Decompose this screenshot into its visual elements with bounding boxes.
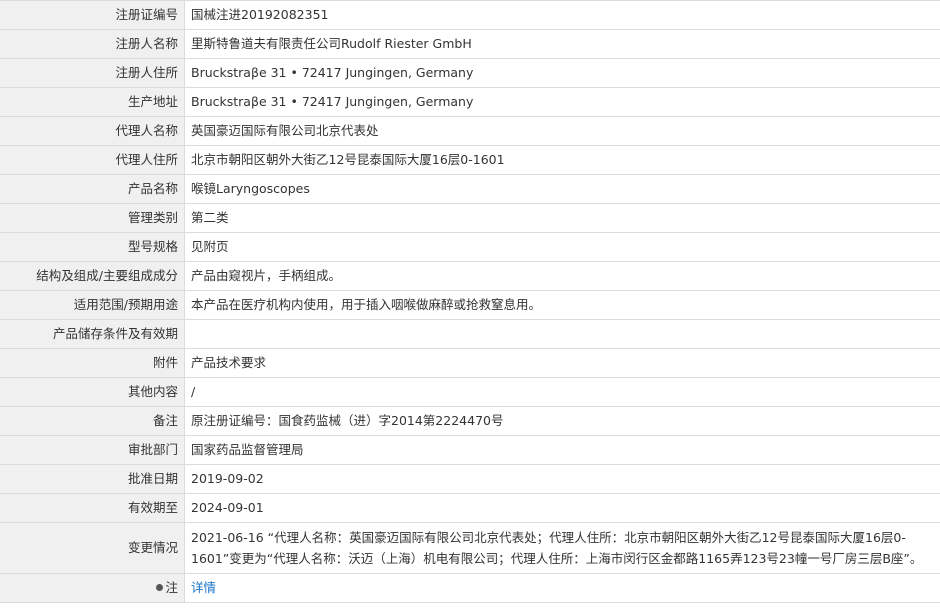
row-value: 产品由窥视片，手柄组成。 <box>184 261 940 291</box>
row-label: 型号规格 <box>0 232 185 262</box>
row-label: 注册证编号 <box>0 0 185 30</box>
row-value: 原注册证编号：国食药监械（进）字2014第2224470号 <box>184 406 940 436</box>
row-label: 产品名称 <box>0 174 185 204</box>
row-value: 2024-09-01 <box>184 493 940 523</box>
row-label: 产品储存条件及有效期 <box>0 319 185 349</box>
row-value: 国械注进20192082351 <box>184 0 940 30</box>
table-row: 变更情况 2021-06-16 “代理人名称：英国豪迈国际有限公司北京代表处；代… <box>0 522 940 574</box>
row-label: 代理人住所 <box>0 145 185 175</box>
table-row: 审批部门 国家药品监督管理局 <box>0 435 940 465</box>
row-label: 适用范围/预期用途 <box>0 290 185 320</box>
row-label: 生产地址 <box>0 87 185 117</box>
table-row: 代理人住所 北京市朝阳区朝外大街乙12号昆泰国际大厦16层0-1601 <box>0 145 940 175</box>
bullet-dot-icon <box>156 584 164 591</box>
row-value: 英国豪迈国际有限公司北京代表处 <box>184 116 940 146</box>
table-row: 代理人名称 英国豪迈国际有限公司北京代表处 <box>0 116 940 146</box>
row-label: 其他内容 <box>0 377 185 407</box>
note-label: 注 <box>0 573 185 603</box>
table-row: 型号规格 见附页 <box>0 232 940 262</box>
row-value: 里斯特鲁道夫有限责任公司Rudolf Riester GmbH <box>184 29 940 59</box>
row-label: 注 <box>165 580 178 595</box>
registration-table: 注册证编号 国械注进20192082351 注册人名称 里斯特鲁道夫有限责任公司… <box>0 0 940 603</box>
table-row: 产品名称 喉镜Laryngoscopes <box>0 174 940 204</box>
row-value: Bruckstraβe 31 • 72417 Jungingen, German… <box>184 58 940 88</box>
table-row: 批准日期 2019-09-02 <box>0 464 940 494</box>
details-link[interactable]: 详情 <box>191 580 216 595</box>
row-value: 第二类 <box>184 203 940 233</box>
table-row: 其他内容 / <box>0 377 940 407</box>
row-label: 代理人名称 <box>0 116 185 146</box>
table-row: 适用范围/预期用途 本产品在医疗机构内使用，用于插入咽喉做麻醉或抢救窒息用。 <box>0 290 940 320</box>
table-row: 注册证编号 国械注进20192082351 <box>0 0 940 30</box>
row-value: 详情 <box>184 573 940 603</box>
row-label: 结构及组成/主要组成成分 <box>0 261 185 291</box>
table-row: 生产地址 Bruckstraβe 31 • 72417 Jungingen, G… <box>0 87 940 117</box>
row-value <box>184 319 940 349</box>
row-label: 审批部门 <box>0 435 185 465</box>
row-value: 见附页 <box>184 232 940 262</box>
table-row: 管理类别 第二类 <box>0 203 940 233</box>
row-label: 备注 <box>0 406 185 436</box>
row-label: 附件 <box>0 348 185 378</box>
row-value: 北京市朝阳区朝外大街乙12号昆泰国际大厦16层0-1601 <box>184 145 940 175</box>
table-row: 附件 产品技术要求 <box>0 348 940 378</box>
table-row: 结构及组成/主要组成成分 产品由窥视片，手柄组成。 <box>0 261 940 291</box>
row-value: / <box>184 377 940 407</box>
row-label: 管理类别 <box>0 203 185 233</box>
row-value: 喉镜Laryngoscopes <box>184 174 940 204</box>
table-row: 产品储存条件及有效期 <box>0 319 940 349</box>
row-value: 国家药品监督管理局 <box>184 435 940 465</box>
row-label: 注册人住所 <box>0 58 185 88</box>
table-row: 有效期至 2024-09-01 <box>0 493 940 523</box>
row-value: 本产品在医疗机构内使用，用于插入咽喉做麻醉或抢救窒息用。 <box>184 290 940 320</box>
row-label: 注册人名称 <box>0 29 185 59</box>
change-history-value: 2021-06-16 “代理人名称：英国豪迈国际有限公司北京代表处；代理人住所：… <box>184 522 940 574</box>
table-row: 注册人住所 Bruckstraβe 31 • 72417 Jungingen, … <box>0 58 940 88</box>
row-label: 有效期至 <box>0 493 185 523</box>
table-row: 注 详情 <box>0 573 940 603</box>
table-row: 注册人名称 里斯特鲁道夫有限责任公司Rudolf Riester GmbH <box>0 29 940 59</box>
row-value: 产品技术要求 <box>184 348 940 378</box>
row-label: 批准日期 <box>0 464 185 494</box>
row-label: 变更情况 <box>0 522 185 574</box>
row-value: 2019-09-02 <box>184 464 940 494</box>
row-value: Bruckstraβe 31 • 72417 Jungingen, German… <box>184 87 940 117</box>
table-row: 备注 原注册证编号：国食药监械（进）字2014第2224470号 <box>0 406 940 436</box>
